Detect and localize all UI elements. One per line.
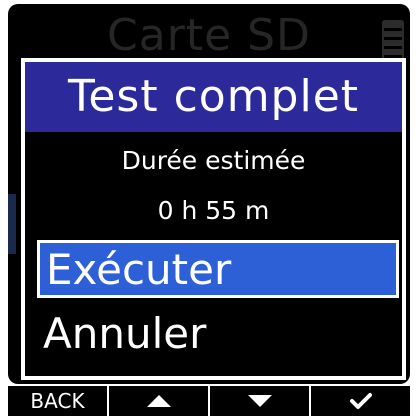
estimated-duration-label: Durée estimée [121,146,306,175]
back-button[interactable]: BACK [8,386,109,416]
background-selection-marker [8,194,16,254]
background-screen-title: Carte SD [107,10,311,61]
device-screen: Carte SD Test complet Durée estimée 0 h … [8,4,410,384]
triangle-up-icon [146,395,171,407]
estimated-duration-value: 0 h 55 m [157,196,270,225]
dialog-title: Test complet [25,62,402,132]
confirm-dialog: Test complet Durée estimée 0 h 55 m Exéc… [21,58,406,380]
back-button-label: BACK [30,389,85,413]
execute-option[interactable]: Exécuter [37,240,399,298]
triangle-down-icon [247,395,272,407]
softkey-bar: BACK [8,386,410,416]
confirm-button[interactable] [311,386,410,416]
down-button[interactable] [210,386,311,416]
cancel-option[interactable]: Annuler [37,307,399,365]
checkmark-icon [349,393,372,409]
up-button[interactable] [109,386,210,416]
